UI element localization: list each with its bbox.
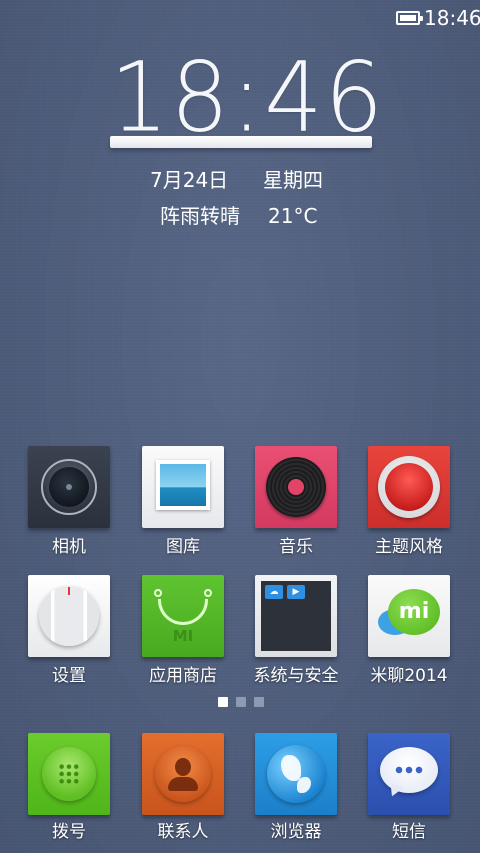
- dock-browser[interactable]: 浏览器: [240, 733, 352, 843]
- clock-weekday: 星期四: [263, 168, 323, 192]
- app-gallery[interactable]: 图库: [127, 446, 239, 558]
- page-dot[interactable]: [236, 697, 246, 707]
- app-music[interactable]: 音乐: [240, 446, 352, 558]
- app-mitalk[interactable]: mi 米聊2014: [353, 575, 465, 687]
- app-label: 设置: [52, 666, 86, 686]
- contacts-icon: [142, 733, 224, 815]
- app-store-icon: MI: [142, 575, 224, 657]
- sms-icon: [368, 733, 450, 815]
- app-label: 浏览器: [270, 822, 322, 842]
- app-camera[interactable]: 相机: [13, 446, 125, 558]
- app-label: 系统与安全: [253, 666, 339, 686]
- app-label: 图库: [166, 537, 200, 557]
- app-settings[interactable]: 设置: [13, 575, 125, 687]
- settings-icon: [28, 575, 110, 657]
- app-store[interactable]: MI 应用商店: [127, 575, 239, 687]
- app-label: 短信: [392, 822, 426, 842]
- app-label: 联系人: [157, 822, 209, 842]
- app-label: 主题风格: [375, 537, 443, 557]
- app-label: 音乐: [279, 537, 313, 557]
- clock-underline: [110, 136, 372, 148]
- security-folder-icon: ☁ ▶: [255, 575, 337, 657]
- page-dot-active[interactable]: [218, 697, 228, 707]
- mitalk-icon: mi: [368, 575, 450, 657]
- weather-temperature: 21°C: [268, 204, 318, 228]
- weather-condition: 阵雨转晴: [160, 204, 240, 228]
- music-icon: [255, 446, 337, 528]
- app-theme[interactable]: 主题风格: [353, 446, 465, 558]
- browser-icon: [255, 733, 337, 815]
- gallery-icon: [142, 446, 224, 528]
- mitalk-logo-text: mi: [388, 589, 440, 635]
- camera-icon: [28, 446, 110, 528]
- phone-icon: [28, 733, 110, 815]
- clock-widget[interactable]: 18:46 7月24日 星期四 阵雨转晴 21°C: [0, 0, 480, 250]
- page-indicator: [218, 697, 264, 709]
- app-label: 拨号: [52, 822, 86, 842]
- app-label: 米聊2014: [370, 666, 448, 686]
- dock-contacts[interactable]: 联系人: [127, 733, 239, 843]
- play-icon: ▶: [287, 585, 305, 599]
- app-label: 应用商店: [149, 666, 217, 686]
- folder-system-security[interactable]: ☁ ▶ 系统与安全: [240, 575, 352, 687]
- page-dot[interactable]: [254, 697, 264, 707]
- dock-phone[interactable]: 拨号: [13, 733, 125, 843]
- clock-time: 18:46: [110, 41, 386, 154]
- store-logo-text: MI: [172, 627, 194, 645]
- app-label: 相机: [52, 537, 86, 557]
- theme-icon: [368, 446, 450, 528]
- clock-date: 7月24日: [150, 168, 229, 192]
- dock-sms[interactable]: 短信: [353, 733, 465, 843]
- cloud-icon: ☁: [265, 585, 283, 599]
